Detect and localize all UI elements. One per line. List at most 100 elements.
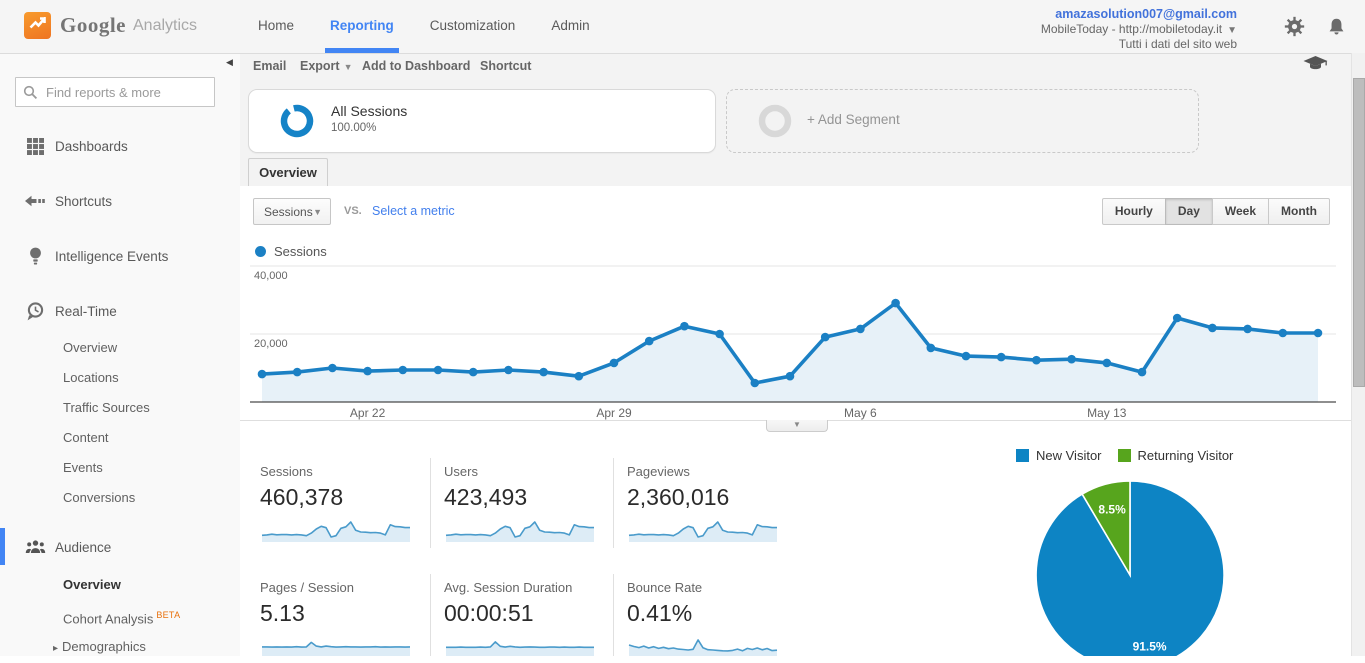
nav-home[interactable]: Home bbox=[240, 0, 312, 53]
returning-visitor-swatch-icon bbox=[1118, 449, 1131, 462]
export-button[interactable]: Export▼ bbox=[300, 53, 353, 79]
svg-text:91.5%: 91.5% bbox=[1133, 640, 1167, 654]
sidebar-item-audience-overview[interactable]: Overview bbox=[0, 571, 240, 599]
scrollbar-thumb[interactable] bbox=[1353, 78, 1365, 387]
nav-reporting[interactable]: Reporting bbox=[312, 0, 412, 53]
metric-card-pages-per-session[interactable]: Pages / Session 5.13 bbox=[260, 574, 430, 656]
metric-card-bounce-rate[interactable]: Bounce Rate 0.41% bbox=[613, 574, 796, 656]
sidebar-item-realtime-overview[interactable]: Overview bbox=[0, 334, 240, 362]
summary-metrics: Sessions 460,378 Users 423,493 Pageviews… bbox=[260, 458, 796, 656]
new-visitor-swatch-icon bbox=[1016, 449, 1029, 462]
sidebar-item-conversions[interactable]: Conversions bbox=[0, 484, 240, 512]
sidebar-item-dashboards[interactable]: Dashboards bbox=[0, 131, 240, 161]
sidebar: Dashboards Shortcuts Intelligence Events… bbox=[0, 53, 240, 656]
sidebar-item-locations[interactable]: Locations bbox=[0, 364, 240, 392]
pie-legend: New Visitor Returning Visitor bbox=[1016, 448, 1346, 463]
add-segment-donut-icon bbox=[757, 103, 793, 144]
svg-text:8.5%: 8.5% bbox=[1098, 503, 1126, 517]
legend-returning-visitor: Returning Visitor bbox=[1118, 448, 1234, 463]
education-graduation-cap-icon[interactable] bbox=[1303, 56, 1328, 76]
sidebar-item-cohort-analysis[interactable]: Cohort AnalysisBETA bbox=[0, 601, 240, 629]
account-chevron-down-icon[interactable]: ▼ bbox=[1227, 25, 1237, 36]
active-tab-underline bbox=[325, 48, 399, 53]
metric-dropdown[interactable]: Sessions▼ bbox=[253, 198, 331, 225]
sidebar-item-traffic-sources[interactable]: Traffic Sources bbox=[0, 394, 240, 422]
svg-text:May 6: May 6 bbox=[844, 406, 877, 420]
vertical-scrollbar[interactable] bbox=[1351, 53, 1365, 656]
svg-text:Apr 29: Apr 29 bbox=[596, 406, 632, 420]
add-segment-button[interactable]: + Add Segment bbox=[726, 89, 1199, 153]
users-sparkline bbox=[444, 517, 596, 543]
metric-card-sessions[interactable]: Sessions 460,378 bbox=[260, 458, 430, 548]
segment-all-sessions[interactable]: All Sessions 100.00% bbox=[248, 89, 716, 153]
segment-donut-icon bbox=[279, 103, 315, 144]
notifications-bell-icon[interactable] bbox=[1326, 16, 1347, 42]
nav-admin[interactable]: Admin bbox=[533, 0, 607, 53]
granularity-month-button[interactable]: Month bbox=[1268, 198, 1330, 225]
expand-arrow-icon: ▸ bbox=[53, 643, 58, 654]
pages-session-sparkline bbox=[260, 633, 412, 656]
report-content: Sessions▼ VS. Select a metric Hourly Day… bbox=[240, 186, 1352, 656]
sessions-line-chart[interactable]: 20,00040,000Apr 22Apr 29May 6May 13 bbox=[250, 264, 1336, 422]
logo-product-text: Analytics bbox=[133, 17, 197, 35]
report-header-band: ◀ Email Export▼ Add to Dashboard Shortcu… bbox=[240, 53, 1352, 187]
chart-collapse-button[interactable]: ▼ bbox=[766, 420, 828, 432]
settings-gear-icon[interactable] bbox=[1284, 16, 1305, 42]
sidebar-item-shortcuts[interactable]: Shortcuts bbox=[0, 186, 240, 216]
nav-customization[interactable]: Customization bbox=[412, 0, 534, 53]
search-icon bbox=[23, 85, 38, 105]
sidebar-item-events[interactable]: Events bbox=[0, 454, 240, 482]
account-view: Tutti i dati del sito web bbox=[1041, 38, 1237, 51]
shortcuts-arrow-icon bbox=[24, 195, 46, 207]
metric-card-avg-session-duration[interactable]: Avg. Session Duration 00:00:51 bbox=[430, 574, 613, 656]
metric-card-pageviews[interactable]: Pageviews 2,360,016 bbox=[613, 458, 796, 548]
visitor-type-section: New Visitor Returning Visitor 91.5% 8.5% bbox=[1016, 448, 1346, 656]
sidebar-item-audience[interactable]: Audience bbox=[0, 532, 240, 562]
sidebar-item-demographics[interactable]: ▸Demographics bbox=[0, 633, 240, 661]
sessions-legend-dot-icon bbox=[255, 246, 266, 257]
search-input[interactable] bbox=[44, 79, 208, 105]
vs-label: VS. bbox=[344, 205, 362, 217]
sessions-legend-label: Sessions bbox=[274, 244, 327, 259]
active-section-indicator bbox=[0, 528, 5, 565]
segment-percent: 100.00% bbox=[331, 122, 376, 134]
segment-title: All Sessions bbox=[331, 103, 407, 119]
visitor-type-pie-chart[interactable]: 91.5% 8.5% bbox=[1032, 477, 1228, 656]
logo-brand-text: Google bbox=[60, 13, 126, 38]
email-button[interactable]: Email bbox=[253, 53, 286, 79]
shortcut-button[interactable]: Shortcut bbox=[480, 53, 531, 79]
account-email[interactable]: amazasolution007@gmail.com bbox=[1041, 8, 1237, 21]
account-property[interactable]: MobileToday - http://mobiletoday.it▼ bbox=[1041, 23, 1237, 37]
chart-legend: Sessions bbox=[255, 244, 327, 259]
realtime-clock-icon bbox=[24, 302, 46, 321]
add-to-dashboard-button[interactable]: Add to Dashboard bbox=[362, 53, 470, 79]
sidebar-item-content[interactable]: Content bbox=[0, 424, 240, 452]
account-info[interactable]: amazasolution007@gmail.com MobileToday -… bbox=[1041, 8, 1237, 51]
granularity-day-button[interactable]: Day bbox=[1165, 198, 1213, 225]
people-icon bbox=[24, 540, 46, 554]
report-search-box[interactable] bbox=[15, 77, 215, 107]
lightbulb-icon bbox=[24, 247, 46, 266]
dashboards-grid-icon bbox=[24, 138, 46, 155]
metric-card-users[interactable]: Users 423,493 bbox=[430, 458, 613, 548]
tab-overview[interactable]: Overview bbox=[248, 158, 328, 187]
sessions-sparkline bbox=[260, 517, 412, 543]
add-segment-label: + Add Segment bbox=[807, 112, 900, 127]
sidebar-item-real-time[interactable]: Real-Time bbox=[0, 296, 240, 326]
avg-duration-sparkline bbox=[444, 633, 596, 656]
google-analytics-logo[interactable]: Google Analytics bbox=[24, 12, 197, 39]
sidebar-item-intelligence-events[interactable]: Intelligence Events bbox=[0, 241, 240, 271]
granularity-hourly-button[interactable]: Hourly bbox=[1102, 198, 1166, 225]
svg-text:May 13: May 13 bbox=[1087, 406, 1127, 420]
chevron-down-icon: ▼ bbox=[313, 199, 322, 225]
pageviews-sparkline bbox=[627, 517, 779, 543]
analytics-logo-icon bbox=[24, 12, 51, 39]
sidebar-collapse-icon[interactable]: ◀ bbox=[226, 57, 233, 68]
top-app-bar: Google Analytics Home Reporting Customiz… bbox=[0, 0, 1365, 54]
granularity-week-button[interactable]: Week bbox=[1212, 198, 1269, 225]
select-metric-link[interactable]: Select a metric bbox=[372, 204, 455, 218]
legend-new-visitor: New Visitor bbox=[1016, 448, 1102, 463]
bounce-rate-sparkline bbox=[627, 633, 779, 656]
svg-text:20,000: 20,000 bbox=[254, 338, 288, 350]
chevron-down-icon: ▼ bbox=[344, 62, 353, 72]
